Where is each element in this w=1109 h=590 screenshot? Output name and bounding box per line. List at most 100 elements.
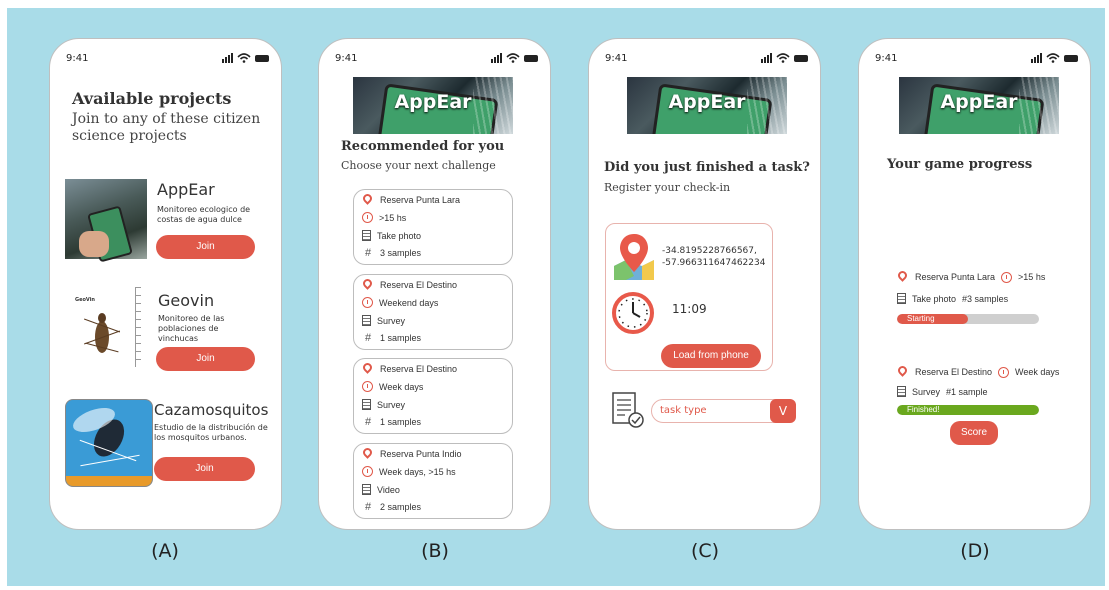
project-name: Geovin [158,291,215,310]
page-subtitle: Join to any of these citizen science pro… [72,111,261,144]
join-button[interactable]: Join [156,235,255,259]
appear-banner: AppEar [899,77,1059,134]
progress-status: Starting [907,314,935,323]
page-title: Did you just finished a task? [604,160,810,175]
dropdown-button[interactable]: V [770,399,796,423]
appear-banner: AppEar [627,77,787,134]
project-image-cazamosquitos [65,399,153,487]
progress-bar-fill: Finished! [897,405,1039,415]
hash-icon: # [364,247,372,259]
hash-icon: # [364,332,372,344]
location-pin-icon [361,192,374,205]
challenge-task: Take photo [377,230,422,241]
progress-samples: #1 sample [946,386,988,397]
page-title: Your game progress [887,157,1033,172]
phone-panel-c: 9:41 AppEar Did you just finished a task… [588,38,821,530]
status-time: 9:41 [875,53,898,64]
score-button[interactable]: Score [950,421,998,445]
clock-icon [1001,271,1013,283]
challenge-samples: 1 samples [380,333,422,343]
wifi-icon [237,53,251,63]
progress-bar-fill: Starting [897,314,968,324]
project-logo-text: GeoVin [75,297,95,303]
document-icon [897,386,906,397]
clock-icon [612,292,654,334]
hash-icon: # [364,501,372,513]
document-icon [362,484,371,495]
document-icon [362,230,371,241]
status-bar: 9:41 [589,39,820,69]
location-pin-icon [361,361,374,374]
challenge-card[interactable]: Reserva El Destino Weekend days Survey #… [353,274,513,350]
challenge-time: Week days, >15 hs [379,466,456,477]
checkin-card: -34.8195228766567, -57.966311647462234 1… [605,223,773,371]
status-bar: 9:41 [319,39,550,69]
challenge-card[interactable]: Reserva El Destino Week days Survey #1 s… [353,358,513,434]
join-button[interactable]: Join [154,457,255,481]
project-image-geovin: GeoVin [65,285,151,369]
signal-icon [491,53,502,63]
project-description: Monitoreo de las poblaciones de vinchuca… [158,314,225,343]
battery-icon [255,54,269,62]
location-pin-icon [361,446,374,459]
project-name: Cazamosquitos [154,401,269,419]
status-time: 9:41 [605,53,628,64]
page-title: Available projects [72,89,232,108]
signal-icon [1031,53,1042,63]
project-description: Monitoreo ecologico de costas de agua du… [157,205,251,224]
location-pin-icon [896,269,909,282]
caption-c: (C) [690,540,720,562]
signal-icon [222,53,233,63]
phone-panel-a: 9:41 Available projects Join to any of t… [49,38,282,530]
wifi-icon [506,53,520,63]
progress-status: Finished! [907,405,940,414]
challenge-time: >15 hs [379,212,407,223]
document-icon [362,315,371,326]
banner-title: AppEar [668,91,746,113]
progress-place: Reserva El Destino [915,367,993,377]
challenge-card[interactable]: Reserva Punta Lara >15 hs Take photo #3 … [353,189,513,265]
challenge-card[interactable]: Reserva Punta Indio Week days, >15 hs Vi… [353,443,513,519]
location-pin-icon [361,277,374,290]
document-icon [897,293,906,304]
document-icon [362,399,371,410]
wifi-icon [776,53,790,63]
caption-b: (B) [421,540,449,562]
progress-task: Survey [912,386,941,397]
challenge-task: Survey [377,315,406,326]
task-type-placeholder: task type [660,405,707,416]
battery-icon [1064,54,1078,62]
checkin-time: 11:09 [672,302,707,316]
challenge-task: Survey [377,399,406,410]
battery-icon [794,54,808,62]
battery-icon [524,54,538,62]
challenge-time: Weekend days [379,297,439,308]
progress-bar: Starting [897,314,1039,324]
challenge-task: Video [377,484,400,495]
wifi-icon [1046,53,1060,63]
appear-banner: AppEar [353,77,513,134]
page-subtitle: Register your check-in [604,181,731,194]
caption-d: (D) [960,540,990,562]
challenge-samples: 3 samples [380,248,422,258]
status-time: 9:41 [66,53,89,64]
clock-icon [362,381,373,392]
progress-place: Reserva Punta Lara [915,272,996,282]
map-location-icon [614,234,654,280]
latitude-value: -34.8195228766567, [662,246,757,256]
challenge-samples: 2 samples [380,502,422,512]
load-from-phone-button[interactable]: Load from phone [661,344,761,368]
banner-title: AppEar [940,91,1018,113]
challenge-place: Reserva El Destino [380,280,458,290]
longitude-value: -57.966311647462234 [662,258,766,268]
project-description: Estudio de la distribución de los mosqui… [154,423,268,442]
progress-time: Week days [1015,367,1060,377]
join-button[interactable]: Join [156,347,255,371]
caption-a: (A) [151,540,179,562]
challenge-time: Week days [379,381,424,392]
project-name: AppEar [157,180,215,199]
task-type-select[interactable]: task type V [651,399,796,423]
hash-icon: # [364,416,372,428]
status-bar: 9:41 [50,39,281,69]
clock-icon [998,366,1010,378]
